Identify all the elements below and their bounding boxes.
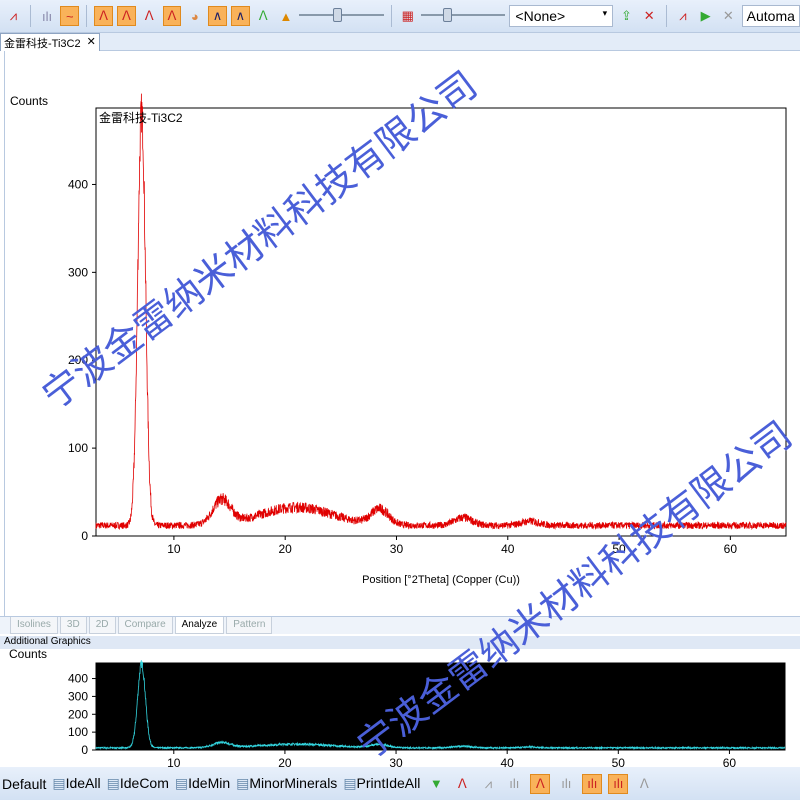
style-combo-value: <None> [515,8,566,24]
search-match-icon[interactable]: ᐱ [452,774,472,794]
peak-search-icon[interactable]: ᐱ [162,6,182,26]
x-tick-label: 10 [167,756,181,767]
x-tick-label: 30 [389,756,403,767]
legend-label: 金雷科技-Ti3C2 [99,110,183,125]
tab-isolines[interactable]: Isolines [10,617,58,634]
bar-chart-icon[interactable]: ılı [38,6,57,26]
x-tick-label: 10 [167,542,181,556]
y-tick-label: 200 [68,707,88,721]
filter-icon[interactable]: ▼ [426,774,446,794]
document-tab-label: 金雷科技-Ti3C2 [4,38,81,50]
divider [665,5,667,27]
peak-profile-icon[interactable]: ᐱ [140,6,159,26]
y-tick-label: 400 [68,672,88,686]
green-peaks-icon[interactable]: ᐱ [254,6,273,26]
tab-compare[interactable]: Compare [117,617,173,634]
table-icon[interactable]: ▦ [398,6,417,26]
preset-idemin[interactable]: ▤IdeMin [175,775,230,792]
preset-idecom[interactable]: ▤IdeCom [107,775,169,792]
preset-minorminerals[interactable]: ▤MinorMinerals [236,775,337,792]
play-icon[interactable]: ▶ [696,6,715,26]
list-icon: ▤ [343,775,357,791]
view-tabs: Isolines 3D 2D Compare Analyze Pattern [0,616,800,634]
plot-frame [95,662,786,751]
list-icon: ▤ [174,775,189,791]
overview-chart[interactable]: 0 100 200 300 400 10 20 30 40 50 60 Counts [4,647,800,770]
zoom-slider[interactable] [299,6,384,26]
y-tick-label: 100 [68,725,88,739]
divider [86,5,88,27]
preset-default[interactable]: Default [2,776,46,792]
reference-icon[interactable]: ılı [556,774,576,794]
main-toolbar: ⩘ ılı ~ ᐱ ᐱ ᐱ ᐱ ◕ ∧ ∧ ᐱ ▲ ▦ <None> ▾ ⇪ ✕ … [0,0,800,33]
preset-label: IdeCom [119,775,169,791]
list-icon: ▤ [236,775,250,791]
close-icon[interactable]: ✕ [87,35,96,50]
preset-label: PrintIdeAll [356,775,421,791]
tab-pattern[interactable]: Pattern [226,617,273,634]
line-icon[interactable]: ⩘ [478,774,498,794]
plot-frame [95,107,787,537]
x-tick-label: 30 [390,542,404,556]
divider [29,5,31,27]
bottom-toolbar: Default ▤IdeAll ▤IdeCom ▤IdeMin ▤MinorMi… [0,767,800,800]
x-tick-label: 60 [723,756,737,767]
tab-2d[interactable]: 2D [88,617,116,634]
x-tick-label: 60 [724,542,738,556]
chart-icon[interactable]: ⩘ [674,6,693,26]
pattern-icon[interactable]: ⩘ [4,6,23,26]
preset-label: IdeMin [188,775,231,791]
y-tick-label: 0 [81,529,88,543]
x-tick-label: 50 [612,542,626,556]
peak-icon[interactable]: ᐱ [94,6,113,26]
y-tick-label: 400 [68,177,88,191]
style-combo[interactable]: <None> ▾ [509,5,614,27]
main-chart-panel: 0 100 200 300 400 10 20 30 40 50 60 金雷科技-Ti3C2 Posit… [4,51,800,616]
filled-peaks-icon[interactable]: ▲ [277,6,296,26]
x-tick-label: 20 [279,542,293,556]
y-tick-label: 200 [68,353,88,367]
y-tick-label: 300 [68,265,88,279]
y-tick-label: 300 [68,689,88,703]
additional-graphics-panel: 0 100 200 300 400 10 20 30 40 50 60 Counts [4,647,800,770]
tab-analyze[interactable]: Analyze [174,617,225,634]
x-tick-label: 50 [612,756,626,767]
pie-chart-icon[interactable]: ◕ [185,6,204,26]
y-axis-label: Counts [9,649,47,661]
stick-icon[interactable]: ılı [504,774,524,794]
preset-ideall[interactable]: ▤IdeAll [52,775,100,792]
residue-icon[interactable]: ᐱ [634,774,654,794]
x-axis-label: Position [°2Theta] (Copper (Cu)) [362,574,520,586]
profile-icon[interactable]: ∧ [208,6,227,26]
main-chart[interactable]: 0 100 200 300 400 10 20 30 40 50 60 金雷科技-Ti3C2 Posit… [5,51,800,616]
y-tick-label: 0 [81,743,88,757]
candidate-icon[interactable]: ᐱ [530,773,551,794]
y-axis-label: Counts [10,94,48,108]
list-icon: ▤ [106,775,120,791]
delete-icon[interactable]: ✕ [640,6,659,26]
tab-3d[interactable]: 3D [59,617,87,634]
preset-label: MinorMinerals [249,775,338,791]
add-icon[interactable]: ⇪ [617,6,636,26]
x-tick-label: 20 [278,756,292,767]
scale-slider[interactable] [421,6,506,26]
additional-graphics-header: Additional Graphics [0,636,800,649]
y-tick-label: 100 [68,441,88,455]
chevron-down-icon: ▾ [602,8,608,18]
accept-icon[interactable]: ılı [582,773,603,794]
mode-field[interactable]: Automa [741,5,800,27]
divider [390,5,392,27]
background-icon[interactable]: ~ [60,6,80,26]
x-tick-label: 40 [500,756,514,767]
preset-label: IdeAll [65,775,101,791]
remove-icon[interactable]: ✕ [719,6,738,26]
x-tick-label: 40 [501,542,515,556]
document-tabs: 金雷科技-Ti3C2 ✕ [0,33,800,51]
compare-icon[interactable]: ılı [608,773,629,794]
document-tab[interactable]: 金雷科技-Ti3C2 ✕ [0,33,100,51]
difference-icon[interactable]: ∧ [230,6,250,26]
list-icon: ▤ [52,775,66,791]
preset-printideall[interactable]: ▤PrintIdeAll [343,775,420,792]
peak-fit-icon[interactable]: ᐱ [117,6,136,26]
